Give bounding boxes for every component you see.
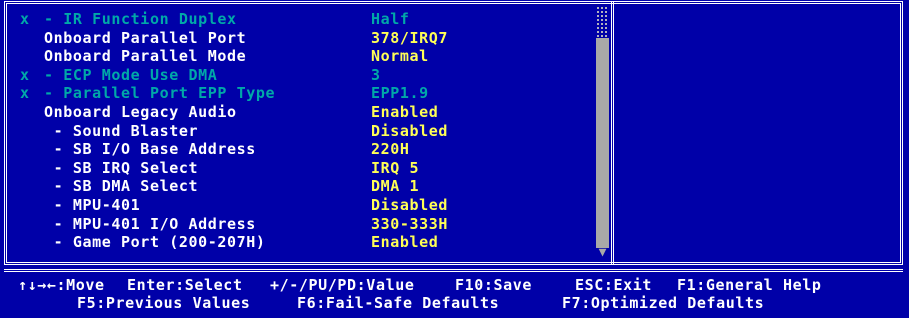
setting-row[interactable]: - SB DMA Select DMA 1 [0,177,590,195]
setting-label: - Parallel Port EPP Type [44,84,276,103]
setting-row: x - IR Function Duplex Half [0,10,590,28]
disabled-marker: x [20,65,30,84]
help-bar: ↑↓→←:Move Enter:Select +/-/PU/PD:Value F… [4,269,903,317]
item-help-divider [611,1,615,265]
setting-value[interactable]: Normal [371,47,429,65]
help-value: +/-/PU/PD:Value [270,276,415,294]
help-move: ↑↓→←:Move [18,276,105,294]
scroll-down-icon[interactable]: ▼ [596,246,609,260]
scrollbar[interactable]: ▼ [596,6,609,261]
setting-value: 3 [371,65,381,84]
setting-row[interactable]: Onboard Legacy Audio Enabled [0,103,590,121]
scroll-thumb[interactable] [596,38,609,248]
help-fail-safe: F6:Fail-Safe Defaults [297,294,500,312]
setting-value[interactable]: Enabled [371,233,438,251]
setting-label: - Sound Blaster [44,121,199,140]
setting-label: - SB DMA Select [44,177,199,196]
help-general: F1:General Help [677,276,822,294]
setting-label: Onboard Parallel Port [44,28,247,47]
setting-row: x - ECP Mode Use DMA 3 [0,66,590,84]
setting-value: EPP1.9 [371,84,429,103]
setting-label: - SB IRQ Select [44,158,199,177]
help-save: F10:Save [455,276,533,294]
disabled-marker: x [20,10,30,28]
setting-row[interactable]: - SB I/O Base Address 220H [0,140,590,158]
help-previous-values: F5:Previous Values [77,294,251,312]
setting-row[interactable]: - Game Port (200-207H) Enabled [0,233,590,251]
scroll-track[interactable] [596,6,609,38]
setting-value[interactable]: Disabled [371,122,448,140]
setting-row[interactable]: - MPU-401 Disabled [0,196,590,214]
setting-value[interactable]: DMA 1 [371,177,419,195]
setting-label: - IR Function Duplex [44,10,237,28]
setting-label: - SB I/O Base Address [44,140,256,159]
setting-label: - MPU-401 [44,196,141,214]
setting-label: Onboard Legacy Audio [44,103,237,121]
setting-row: x - Parallel Port EPP Type EPP1.9 [0,84,590,102]
setting-label: Onboard Parallel Mode [44,47,247,66]
help-select: Enter:Select [127,276,243,294]
help-optimized: F7:Optimized Defaults [562,294,765,312]
setting-label: - Game Port (200-207H) [44,233,266,252]
setting-value: Half [371,10,410,28]
setting-row[interactable]: Onboard Parallel Port 378/IRQ7 [0,29,590,47]
setting-label: - MPU-401 I/O Address [44,214,256,233]
setting-row[interactable]: - SB IRQ Select IRQ 5 [0,159,590,177]
help-exit: ESC:Exit [575,276,653,294]
setting-row[interactable]: - MPU-401 I/O Address 330-333H [0,215,590,233]
setting-value[interactable]: IRQ 5 [371,159,419,177]
setting-value[interactable]: Disabled [371,196,448,214]
disabled-marker: x [20,84,30,103]
setting-row[interactable]: - Sound Blaster Disabled [0,122,590,140]
setting-value[interactable]: 220H [371,140,410,158]
setting-value[interactable]: Enabled [371,103,438,121]
setting-value[interactable]: 330-333H [371,215,448,233]
setting-row[interactable]: Onboard Parallel Mode Normal [0,47,590,65]
setting-label: - ECP Mode Use DMA [44,65,218,84]
setting-value[interactable]: 378/IRQ7 [371,29,448,47]
